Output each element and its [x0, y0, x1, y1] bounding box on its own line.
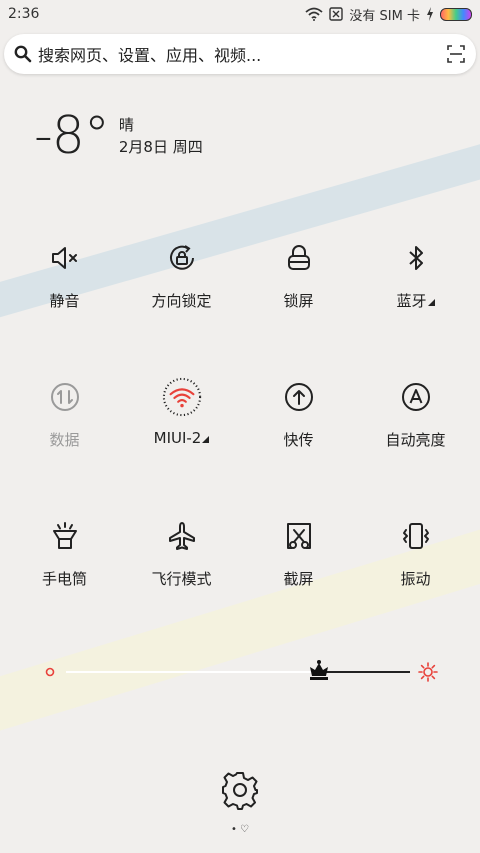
mobile-data-icon — [45, 377, 85, 417]
toggle-label: 手电筒 — [41, 570, 87, 588]
brightness-track-filled — [66, 671, 318, 673]
toggle-label-with-menu: 蓝牙 — [396, 290, 435, 311]
status-time: 2:36 — [8, 6, 40, 22]
brightness-slider[interactable] — [38, 656, 442, 686]
lock-icon — [279, 238, 319, 278]
toggle-wifi[interactable]: MIUI-2 — [123, 377, 240, 450]
brightness-thumb-icon[interactable] — [306, 658, 332, 684]
toggle-label: MIUI-2 — [153, 429, 202, 447]
brightness-high-icon — [418, 662, 438, 682]
flashlight-icon — [45, 516, 85, 556]
weather-date: 2月8日 周四 — [118, 138, 203, 156]
status-icons: 没有 SIM 卡 — [305, 5, 472, 24]
toggle-flashlight[interactable]: 手电筒 — [6, 516, 123, 589]
expand-triangle-icon — [202, 436, 210, 443]
weather-info: 晴 2月8日 周四 — [119, 114, 203, 158]
toggle-label-with-menu: MIUI-2 — [154, 429, 210, 447]
page-indicator: • ♡ — [230, 824, 250, 835]
toggle-row-2: 数据 MIUI-2 快传 自动亮度 — [6, 377, 474, 450]
toggle-label: 自动亮度 — [385, 431, 446, 449]
rotation-lock-icon — [162, 238, 202, 278]
mute-icon — [45, 238, 85, 278]
toggle-label: 静音 — [49, 292, 80, 310]
toggle-label: 蓝牙 — [396, 292, 427, 310]
brightness-low-icon — [45, 667, 55, 677]
toggle-label: 锁屏 — [283, 292, 314, 310]
toggle-label: 振动 — [400, 570, 431, 588]
toggle-label: 快传 — [283, 431, 314, 449]
toggle-quick-transfer[interactable]: 快传 — [240, 377, 357, 450]
status-bar: 2:36 没有 SIM 卡 — [0, 0, 480, 28]
weather-widget[interactable]: -8° 晴 2月8日 周四 — [34, 108, 203, 164]
weather-temperature: -8° — [34, 106, 110, 166]
scan-icon[interactable] — [446, 44, 466, 64]
sim-status-text: 没有 SIM 卡 — [349, 8, 420, 24]
expand-triangle-icon — [427, 299, 435, 306]
toggle-row-3: 手电筒 飞行模式 截屏 振动 — [6, 516, 474, 589]
search-bar[interactable]: 搜索网页、设置、应用、视频... — [4, 34, 476, 74]
search-icon — [14, 45, 32, 63]
toggle-vibrate[interactable]: 振动 — [357, 516, 474, 589]
airplane-icon — [162, 516, 202, 556]
toggle-label: 数据 — [49, 431, 80, 449]
toggle-lock-screen[interactable]: 锁屏 — [240, 238, 357, 311]
gear-icon — [222, 772, 258, 810]
battery-icon — [440, 7, 472, 21]
toggle-row-1: 静音 方向锁定 锁屏 蓝牙 — [6, 238, 474, 311]
toggle-label: 飞行模式 — [151, 570, 212, 588]
toggle-label: 截屏 — [283, 570, 314, 588]
weather-condition: 晴 — [118, 116, 134, 134]
transfer-icon — [279, 377, 319, 417]
wifi-status-icon — [305, 7, 324, 21]
toggle-auto-brightness[interactable]: 自动亮度 — [357, 377, 474, 450]
toggle-rotation-lock[interactable]: 方向锁定 — [123, 238, 240, 311]
wifi-icon — [162, 377, 202, 417]
toggle-mobile-data[interactable]: 数据 — [6, 377, 123, 450]
toggle-screenshot[interactable]: 截屏 — [240, 516, 357, 589]
auto-brightness-icon — [396, 377, 436, 417]
settings-button[interactable] — [220, 770, 260, 810]
toggle-mute[interactable]: 静音 — [6, 238, 123, 311]
toggle-bluetooth[interactable]: 蓝牙 — [357, 238, 474, 311]
brightness-track-remaining — [326, 671, 410, 673]
toggle-label: 方向锁定 — [151, 292, 212, 310]
vibrate-icon — [396, 516, 436, 556]
search-input[interactable]: 搜索网页、设置、应用、视频... — [38, 42, 446, 66]
no-sim-icon — [329, 7, 344, 21]
screenshot-icon — [279, 516, 319, 556]
toggle-airplane-mode[interactable]: 飞行模式 — [123, 516, 240, 589]
charging-icon — [427, 7, 433, 21]
bluetooth-icon — [396, 238, 436, 278]
